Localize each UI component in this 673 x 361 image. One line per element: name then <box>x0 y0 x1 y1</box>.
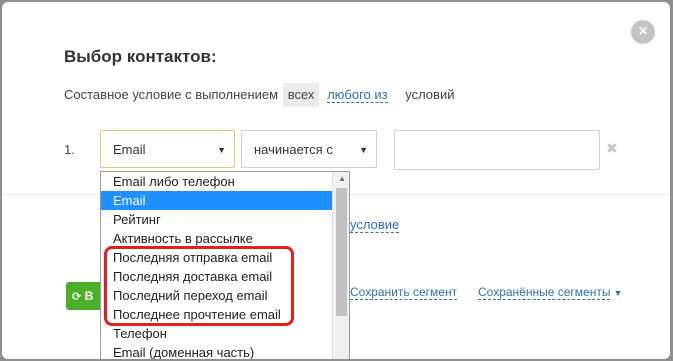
condition-suffix: условий <box>405 87 455 102</box>
condition-row-number: 1. <box>64 142 75 157</box>
saved-segments-dropdown[interactable]: Сохранённые сегменты ▼ <box>478 285 622 300</box>
scroll-up-icon[interactable]: ▲ <box>338 174 346 183</box>
operator-select[interactable]: начинается с ▼ <box>241 130 377 168</box>
condition-value-input[interactable] <box>394 130 600 170</box>
caret-down-icon: ▼ <box>217 145 226 155</box>
list-item[interactable]: Email (доменная часть) <box>101 343 349 359</box>
condition-option-all[interactable]: всех <box>282 83 320 107</box>
list-item[interactable]: Email либо телефон <box>101 172 349 191</box>
triangle-down-icon: ▼ <box>613 288 623 298</box>
field-select-value: Email <box>113 142 146 157</box>
save-segment-link[interactable]: Сохранить сегмент <box>350 285 458 300</box>
refresh-icon: ⟳ <box>72 291 82 303</box>
condition-prefix: Составное условие с выполнением <box>64 87 279 102</box>
dialog-title: Выбор контактов: <box>64 47 217 66</box>
condition-option-any[interactable]: любого из <box>327 88 388 103</box>
operator-select-value: начинается с <box>254 142 333 157</box>
remove-x-icon[interactable]: ✖ <box>606 140 618 157</box>
contact-selection-dialog: × Выбор контактов: Составное условие с в… <box>2 2 670 359</box>
close-icon[interactable]: × <box>631 20 655 44</box>
scrollbar[interactable]: ▲ <box>332 172 349 359</box>
saved-segments-label: Сохранённые сегменты <box>478 285 611 300</box>
field-select[interactable]: Email ▼ <box>100 130 235 168</box>
caret-down-icon: ▼ <box>359 145 368 155</box>
apply-button-label: В <box>84 289 94 303</box>
list-item[interactable]: Рейтинг <box>101 210 349 229</box>
list-item[interactable]: Email <box>101 191 349 210</box>
add-condition-link[interactable]: условие <box>350 218 400 233</box>
highlight-annotation <box>104 246 294 326</box>
scrollbar-thumb[interactable] <box>336 188 347 316</box>
condition-mode-line: Составное условие с выполнением всех люб… <box>64 83 454 107</box>
list-item[interactable]: Телефон <box>101 324 349 343</box>
